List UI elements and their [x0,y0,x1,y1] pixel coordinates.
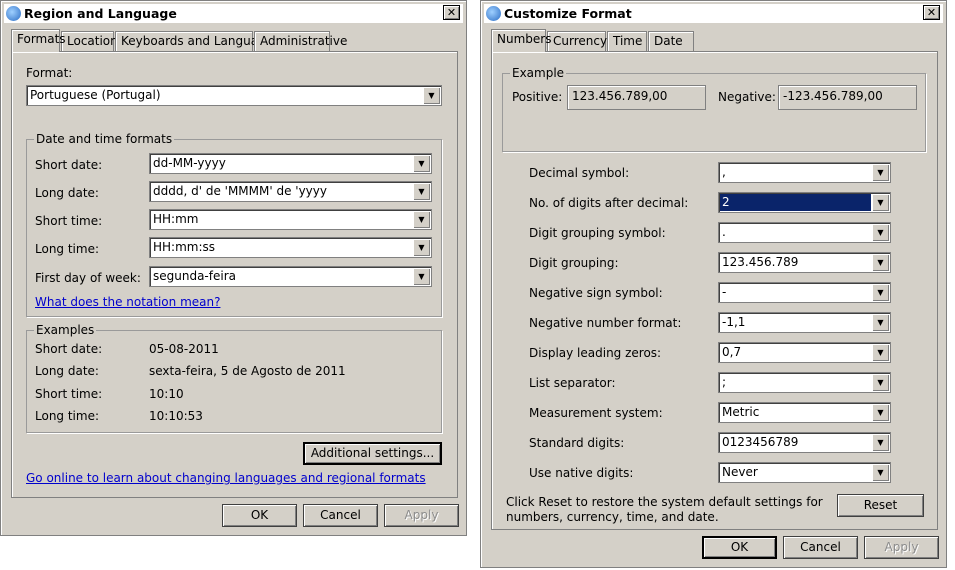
digits-after-decimal-select[interactable]: 2 ▼ [718,192,891,213]
decimal-symbol-select[interactable]: , ▼ [718,162,891,183]
chevron-down-icon[interactable]: ▼ [872,434,889,451]
negative-label: Negative: [718,90,776,104]
first-day-select[interactable]: segunda-feira ▼ [149,266,432,287]
long-time-label: Long time: [35,242,100,256]
online-help-link[interactable]: Go online to learn about changing langua… [26,471,426,485]
example-long-time-label: Long time: [35,409,100,423]
list-separator-select[interactable]: ; ▼ [718,372,891,393]
negative-sign-label: Negative sign symbol: [529,286,663,300]
example-long-date: sexta-feira, 5 de Agosto de 2011 [149,364,346,378]
native-digits-select[interactable]: Never ▼ [718,462,891,483]
chevron-down-icon[interactable]: ▼ [413,155,430,172]
ok-button[interactable]: OK [702,536,777,559]
window-title: Customize Format [504,6,632,21]
chevron-down-icon[interactable]: ▼ [413,211,430,228]
tab-keyboards-languages[interactable]: Keyboards and Languages [115,31,279,51]
list-separator-label: List separator: [529,376,616,390]
chevron-down-icon[interactable]: ▼ [413,183,430,200]
standard-digits-label: Standard digits: [529,436,625,450]
window-title: Region and Language [24,6,177,21]
reset-button[interactable]: Reset [837,494,924,517]
short-time-label: Short time: [35,214,103,228]
short-date-label: Short date: [35,158,103,172]
example-short-date-label: Short date: [35,342,103,356]
apply-button[interactable]: Apply [384,504,459,527]
positive-example: 123.456.789,00 [567,85,706,110]
digit-grouping-symbol-label: Digit grouping symbol: [529,226,666,240]
tab-currency[interactable]: Currency [547,31,607,51]
long-date-label: Long date: [35,186,99,200]
cancel-button[interactable]: Cancel [303,504,378,527]
chevron-down-icon[interactable]: ▼ [872,464,889,481]
example-short-time-label: Short time: [35,387,103,401]
digit-grouping-symbol-select[interactable]: . ▼ [718,222,891,243]
negative-number-format-select[interactable]: -1,1 ▼ [718,312,891,333]
digit-grouping-select[interactable]: 123.456.789 ▼ [718,252,891,273]
format-label: Format: [26,66,73,80]
short-time-select[interactable]: HH:mm ▼ [149,209,432,230]
close-button[interactable]: ✕ [923,5,940,20]
negative-sign-select[interactable]: - ▼ [718,282,891,303]
close-button[interactable]: ✕ [443,5,460,20]
digit-grouping-label: Digit grouping: [529,256,619,270]
negative-example: -123.456.789,00 [778,85,917,110]
chevron-down-icon[interactable]: ▼ [872,224,889,241]
chevron-down-icon[interactable]: ▼ [872,344,889,361]
chevron-down-icon[interactable]: ▼ [872,284,889,301]
format-select[interactable]: Portuguese (Portugal) ▼ [26,85,442,106]
example-short-time: 10:10 [149,387,184,401]
example-long-time: 10:10:53 [149,409,203,423]
tab-date[interactable]: Date [648,31,694,51]
chevron-down-icon[interactable]: ▼ [423,87,440,104]
long-date-select[interactable]: dddd, d' de 'MMMM' de 'yyyy ▼ [149,181,432,202]
long-time-select[interactable]: HH:mm:ss ▼ [149,237,432,258]
negative-number-format-label: Negative number format: [529,316,682,330]
additional-settings-button[interactable]: Additional settings... [303,442,442,465]
chevron-down-icon[interactable]: ▼ [872,404,889,421]
cancel-button[interactable]: Cancel [783,536,858,559]
reset-hint-line-2: numbers, currency, time, and date. [506,510,719,524]
tab-administrative[interactable]: Administrative [254,31,347,51]
globe-icon [6,6,21,21]
leading-zeros-select[interactable]: 0,7 ▼ [718,342,891,363]
chevron-down-icon[interactable]: ▼ [872,314,889,331]
chevron-down-icon[interactable]: ▼ [413,268,430,285]
decimal-symbol-label: Decimal symbol: [529,166,630,180]
positive-label: Positive: [512,90,563,104]
notation-help-link[interactable]: What does the notation mean? [35,295,220,309]
short-date-select[interactable]: dd-MM-yyyy ▼ [149,153,432,174]
chevron-down-icon[interactable]: ▼ [413,239,430,256]
region-language-window: Region and Language ✕ Formats Location K… [0,0,467,536]
example-long-date-label: Long date: [35,364,99,378]
tab-time[interactable]: Time [607,31,647,51]
leading-zeros-label: Display leading zeros: [529,346,662,360]
example-short-date: 05-08-2011 [149,342,219,356]
globe-icon [486,6,501,21]
tab-formats[interactable]: Formats [11,29,66,52]
digits-after-decimal-label: No. of digits after decimal: [529,196,689,210]
measurement-system-select[interactable]: Metric ▼ [718,402,891,423]
standard-digits-select[interactable]: 0123456789 ▼ [718,432,891,453]
chevron-down-icon[interactable]: ▼ [872,254,889,271]
title-bar: Customize Format ✕ [484,4,943,23]
title-bar: Region and Language ✕ [4,4,463,23]
reset-hint-line-1: Click Reset to restore the system defaul… [506,495,823,509]
ok-button[interactable]: OK [222,504,297,527]
tab-numbers[interactable]: Numbers [491,29,551,52]
native-digits-label: Use native digits: [529,466,634,480]
chevron-down-icon[interactable]: ▼ [872,194,889,211]
customize-format-window: Customize Format ✕ Numbers Currency Time… [480,0,947,568]
chevron-down-icon[interactable]: ▼ [872,374,889,391]
tab-location[interactable]: Location [61,31,118,51]
first-day-label: First day of week: [35,271,141,285]
measurement-system-label: Measurement system: [529,406,663,420]
chevron-down-icon[interactable]: ▼ [872,164,889,181]
apply-button[interactable]: Apply [864,536,939,559]
